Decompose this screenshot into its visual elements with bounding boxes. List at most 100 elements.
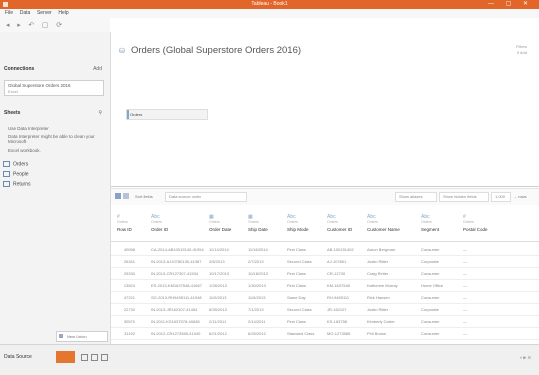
field-name: Customer ID <box>327 227 353 232</box>
field-name: Segment <box>421 227 440 232</box>
search-icon[interactable]: ⚲ <box>98 110 102 116</box>
refresh-icon[interactable]: ⟳ <box>56 21 62 29</box>
table-cell: — <box>463 247 467 252</box>
table-cell: 30570 <box>123 319 135 324</box>
undo-icon[interactable]: ↶ <box>28 21 34 29</box>
sheet-label: Returns <box>13 181 31 188</box>
sheet-item-returns[interactable]: Returns <box>3 181 31 187</box>
connections-heading: Connections <box>4 66 35 72</box>
field-name: Postal Code <box>463 227 488 232</box>
column-header[interactable]: # Orders Row ID <box>117 214 132 232</box>
data-interpreter-link[interactable]: Use Data Interpreter <box>8 126 49 131</box>
table-cell: — <box>463 319 467 324</box>
connection-item[interactable]: Global Superstore Orders 2016 Excel <box>4 80 104 96</box>
table-row[interactable]: 40098 CA-2014-AB10015140-41954 11/14/2014 1… <box>111 244 539 256</box>
column-header[interactable]: Abc Orders Order ID <box>151 214 168 232</box>
canvas-divider[interactable] <box>111 186 539 187</box>
menu-help[interactable]: Help <box>58 10 68 16</box>
table-cell: 26341 <box>123 259 135 264</box>
table-cell: 11/16/2014 <box>248 247 268 252</box>
sort-fields-label: Sort fields <box>135 194 153 199</box>
table-cell: Consumer <box>421 271 440 276</box>
filters-panel[interactable]: Filters 0 Add <box>499 44 527 56</box>
sheet-item-orders[interactable]: Orders <box>3 161 28 167</box>
window-title: Tableau - Book1 <box>251 1 288 7</box>
table-row[interactable]: 30570 IN-2011-KS1637578-40638 2/11/2011 2/1… <box>111 316 539 328</box>
table-cell: AB-100151402 <box>327 247 354 252</box>
field-name: Row ID <box>117 227 132 232</box>
table-cell: AJ-107801 <box>327 259 347 264</box>
field-source: Orders <box>248 220 259 224</box>
table-cell: Corporate <box>421 259 439 264</box>
menu-server[interactable]: Server <box>37 10 52 16</box>
table-cell: Home Office <box>421 283 444 288</box>
data-source-tab[interactable]: Data Source <box>4 354 32 360</box>
data-source-sidebar: Connections Add Global Superstore Orders… <box>0 32 111 344</box>
grid-view-icon[interactable] <box>115 193 121 199</box>
menu-data[interactable]: Data <box>20 10 31 16</box>
field-source: Orders <box>151 220 162 224</box>
table-cell: RH-9495111 <box>327 295 350 300</box>
datasource-icon: ⛁ <box>119 48 125 55</box>
sheets-heading: Sheets <box>4 110 21 116</box>
field-source: Orders <box>209 220 220 224</box>
sheet-icon <box>3 181 10 187</box>
menu-file[interactable]: File <box>5 10 13 16</box>
union-icon <box>59 334 63 338</box>
field-source: Orders <box>421 220 432 224</box>
column-header[interactable]: Abc Orders Segment <box>421 214 439 232</box>
table-cell: Craig Reiter <box>367 271 389 276</box>
field-name: Customer Name <box>367 227 400 232</box>
window-controls[interactable]: — ▢ ✕ <box>488 0 533 7</box>
table-cell: Phil Brown <box>367 331 387 336</box>
table-cell: — <box>463 271 467 276</box>
table-cell: IN-2013-JR162107-41454 <box>151 307 198 312</box>
list-view-icon[interactable] <box>123 193 129 199</box>
column-header[interactable]: Abc Orders Customer ID <box>327 214 352 232</box>
show-hidden-checkbox[interactable]: Show hidden fields <box>439 192 489 202</box>
field-name: Order Date <box>209 227 232 232</box>
table-cell: Consumer <box>421 247 440 252</box>
table-cell: 22732 <box>123 307 135 312</box>
table-row[interactable]: 26341 IN-2013-AJ10780130-41367 2/5/2013 2/7… <box>111 256 539 268</box>
sort-fields-select[interactable]: Data source order <box>165 192 247 202</box>
table-cell: Standard Class <box>287 331 315 336</box>
save-icon[interactable]: ▢ <box>42 21 49 29</box>
column-header[interactable]: ▦ Orders Order Date <box>209 214 231 232</box>
table-row[interactable]: 22732 IN-2013-JR162107-41454 6/28/2013 7/1/… <box>111 304 539 316</box>
rows-input[interactable]: 1,000 <box>491 192 511 202</box>
active-sheet-tab[interactable] <box>56 351 75 363</box>
rows-suffix: → rows <box>513 194 527 199</box>
column-header[interactable]: Abc Orders Customer Name <box>367 214 400 232</box>
field-name: Order ID <box>151 227 169 232</box>
new-worksheet-icon[interactable] <box>81 354 88 361</box>
new-union-button[interactable]: New Union <box>56 331 108 342</box>
page-title[interactable]: Orders (Global Superstore Orders 2016) <box>131 45 301 56</box>
forward-icon[interactable]: ▸ <box>17 21 21 29</box>
column-header[interactable]: ▦ Orders Ship Date <box>248 214 268 232</box>
column-header[interactable]: Abc Orders Ship Mode <box>287 214 309 232</box>
filters-value: 0 Add <box>516 50 527 55</box>
canvas-table-label: Orders <box>130 112 143 117</box>
table-cell: First Class <box>287 247 306 252</box>
back-icon[interactable]: ◂ <box>6 21 10 29</box>
table-row[interactable]: 31192 IN-2012-CR1273585-41040 6/21/2012 6/2… <box>111 328 539 340</box>
table-cell: KM-1637548 <box>327 283 350 288</box>
table-row[interactable]: 25330 IN-2013-CR127307-41534 10/17/2013 10/… <box>111 268 539 280</box>
table-cell: ES-2013-KM1637548-41667 <box>151 283 202 288</box>
sheet-item-people[interactable]: People <box>3 171 29 177</box>
status-controls[interactable]: ⏸ ▶ ⊞ <box>520 355 531 360</box>
table-cell: 47221 <box>123 295 135 300</box>
table-cell: — <box>463 295 467 300</box>
add-connection-button[interactable]: Add <box>93 66 102 72</box>
show-aliases-checkbox[interactable]: Show aliases <box>395 192 437 202</box>
table-row[interactable]: 47221 SG-2013-RH9495111-41948 11/5/2013 11/… <box>111 292 539 304</box>
new-story-icon[interactable] <box>101 354 108 361</box>
table-cell: 13524 <box>123 283 135 288</box>
new-dashboard-icon[interactable] <box>91 354 98 361</box>
table-cell: 6/25/2012 <box>248 331 266 336</box>
rows-value: 1,000 <box>495 194 506 199</box>
table-row[interactable]: 13524 ES-2013-KM1637548-41667 1/28/2013 1/3… <box>111 280 539 292</box>
column-header[interactable]: # Orders Postal Code <box>463 214 488 232</box>
canvas-table-orders[interactable]: Orders <box>126 109 208 120</box>
